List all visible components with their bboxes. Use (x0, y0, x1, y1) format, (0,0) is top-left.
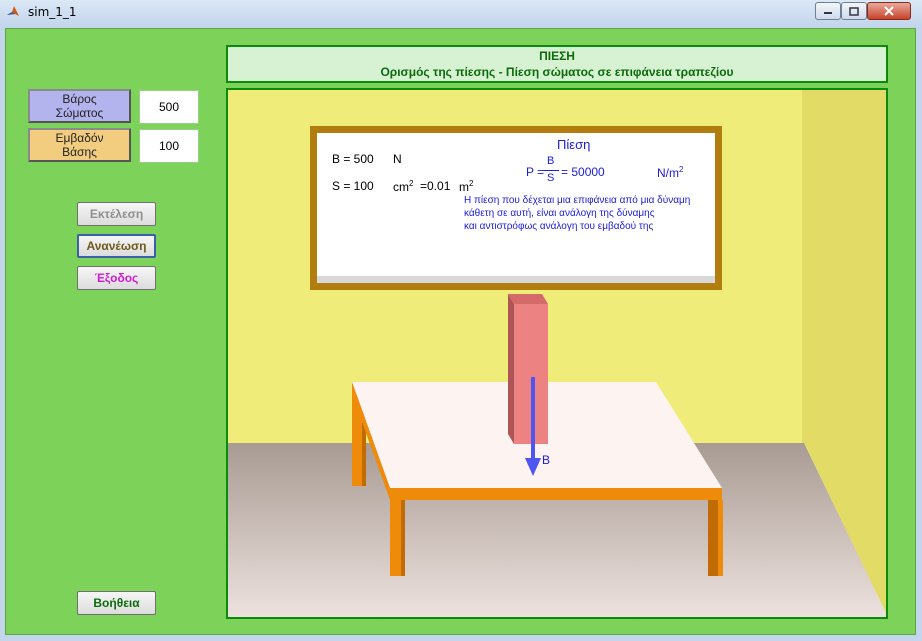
weight-input[interactable]: 500 (139, 90, 199, 124)
maximize-button[interactable] (841, 2, 867, 20)
page-header: ΠΙΕΣΗ Ορισμός της πίεσης - Πίεση σώματος… (226, 45, 888, 83)
close-button[interactable] (867, 2, 911, 20)
help-button[interactable]: Βοήθεια (77, 591, 156, 615)
area-input[interactable]: 100 (139, 129, 199, 163)
minimize-icon (824, 12, 832, 14)
table-leg (390, 500, 401, 576)
run-button[interactable]: Εκτέλεση (77, 202, 156, 226)
pressure-unit: N/m2 (657, 165, 684, 180)
maximize-icon (849, 6, 859, 16)
weight-label: Βάρος Σώματος (28, 89, 131, 123)
title-bar: sim_1_1 (0, 0, 922, 27)
area-value-text: S = 100 (332, 179, 374, 193)
area-unit-cm2: cm2 (393, 179, 414, 194)
header-title: ΠΙΕΣΗ (539, 49, 575, 63)
minimize-button[interactable] (815, 2, 841, 20)
window-title: sim_1_1 (28, 5, 77, 19)
table-leg (718, 500, 723, 576)
whiteboard: Πίεση B = 500 N S = 100 cm2 =0.01 m2 P =… (310, 126, 722, 290)
table-edge-front (390, 488, 722, 500)
board-ledge (317, 276, 715, 283)
pressure-lhs: P = (526, 165, 545, 179)
fraction-numerator: B (547, 155, 555, 167)
force-label: B (542, 453, 551, 467)
table-leg-shade (708, 500, 718, 576)
weight-unit: N (393, 152, 402, 166)
block-side (508, 294, 514, 444)
area-unit-m2: m2 (459, 179, 474, 194)
table-leg-shade (401, 500, 405, 576)
simulation-scene: B Πίεση B = 500 N S = 100 cm2 =0.01 m2 P… (226, 88, 888, 619)
board-title: Πίεση (557, 137, 591, 152)
fraction-denominator: S (547, 172, 555, 184)
fraction-line (543, 170, 559, 171)
block-top (508, 294, 548, 304)
area-label: Εμβαδόν Βάσης (28, 128, 131, 162)
exit-button[interactable]: Έξοδος (77, 266, 156, 290)
area-equals: =0.01 (420, 179, 451, 193)
header-subtitle: Ορισμός της πίεσης - Πίεση σώματος σε επ… (380, 65, 734, 79)
description-line-3: και αντιστρόφως ανάλογη του εμβαδού της (464, 221, 654, 232)
pressure-value: = 50000 (561, 165, 605, 179)
close-icon (884, 6, 894, 16)
description-line-1: Η πίεση που δέχεται μια επιφάνεια από μι… (464, 195, 691, 206)
weight-value-text: B = 500 (332, 152, 374, 166)
matlab-app-icon (7, 6, 19, 16)
description-line-2: κάθετη σε αυτή, είναι ανάλογη της δύναμη… (464, 208, 655, 219)
refresh-button[interactable]: Ανανέωση (77, 234, 156, 258)
